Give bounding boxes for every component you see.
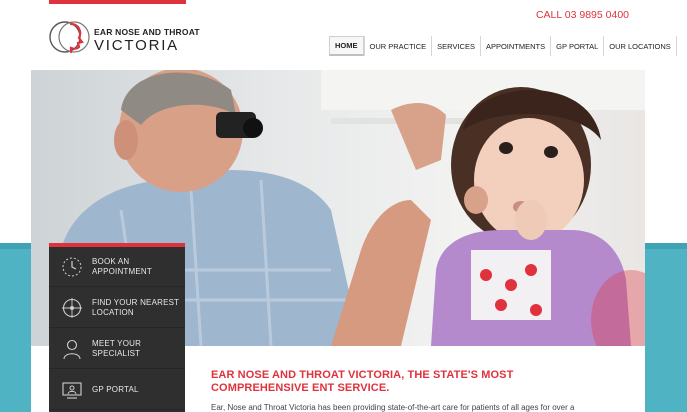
nav-our-locations[interactable]: OUR LOCATIONS (603, 36, 677, 56)
meet-specialist-link[interactable]: MEET YOUR SPECIALIST (49, 329, 185, 369)
intro-text: Ear, Nose and Throat Victoria has been p… (211, 403, 575, 412)
meet-specialist-label: MEET YOUR SPECIALIST (92, 339, 142, 358)
gp-portal-link[interactable]: GP PORTAL (49, 370, 185, 410)
nav-gp-portal[interactable]: GP PORTAL (550, 36, 603, 56)
site-logo[interactable]: EAR NOSE AND THROAT VICTORIA (49, 12, 200, 62)
clock-icon (62, 257, 82, 277)
location-target-icon (62, 298, 82, 318)
quick-links-menu: BOOK AN APPOINTMENT FIND YOUR NEAREST LO… (49, 243, 185, 412)
nav-appointments[interactable]: APPOINTMENTS (479, 36, 550, 56)
person-icon (63, 339, 81, 360)
logo-text-line2: VICTORIA (94, 37, 179, 54)
computer-user-icon (62, 382, 82, 399)
nav-home[interactable]: HOME (329, 36, 364, 56)
find-location-link[interactable]: FIND YOUR NEAREST LOCATION (49, 288, 185, 328)
book-appointment-label: BOOK AN APPOINTMENT (92, 257, 152, 276)
phone-number[interactable]: CALL 03 9895 0400 (536, 9, 629, 21)
find-location-label: FIND YOUR NEAREST LOCATION (92, 298, 180, 317)
nav-services[interactable]: SERVICES (431, 36, 480, 56)
main-nav: HOME OUR PRACTICE SERVICES APPOINTMENTS … (329, 36, 677, 56)
logo-text-line1: EAR NOSE AND THROAT (94, 27, 200, 37)
logo-head-icon (49, 21, 90, 54)
gp-portal-label: GP PORTAL (92, 385, 139, 394)
page-headline: EAR NOSE AND THROAT VICTORIA, THE STATE'… (211, 369, 514, 394)
page-container: EAR NOSE AND THROAT VICTORIA CALL 03 989… (31, 0, 677, 412)
book-appointment-link[interactable]: BOOK AN APPOINTMENT (49, 247, 185, 287)
nav-our-practice[interactable]: OUR PRACTICE (363, 36, 432, 56)
header-accent-bar (49, 0, 186, 4)
